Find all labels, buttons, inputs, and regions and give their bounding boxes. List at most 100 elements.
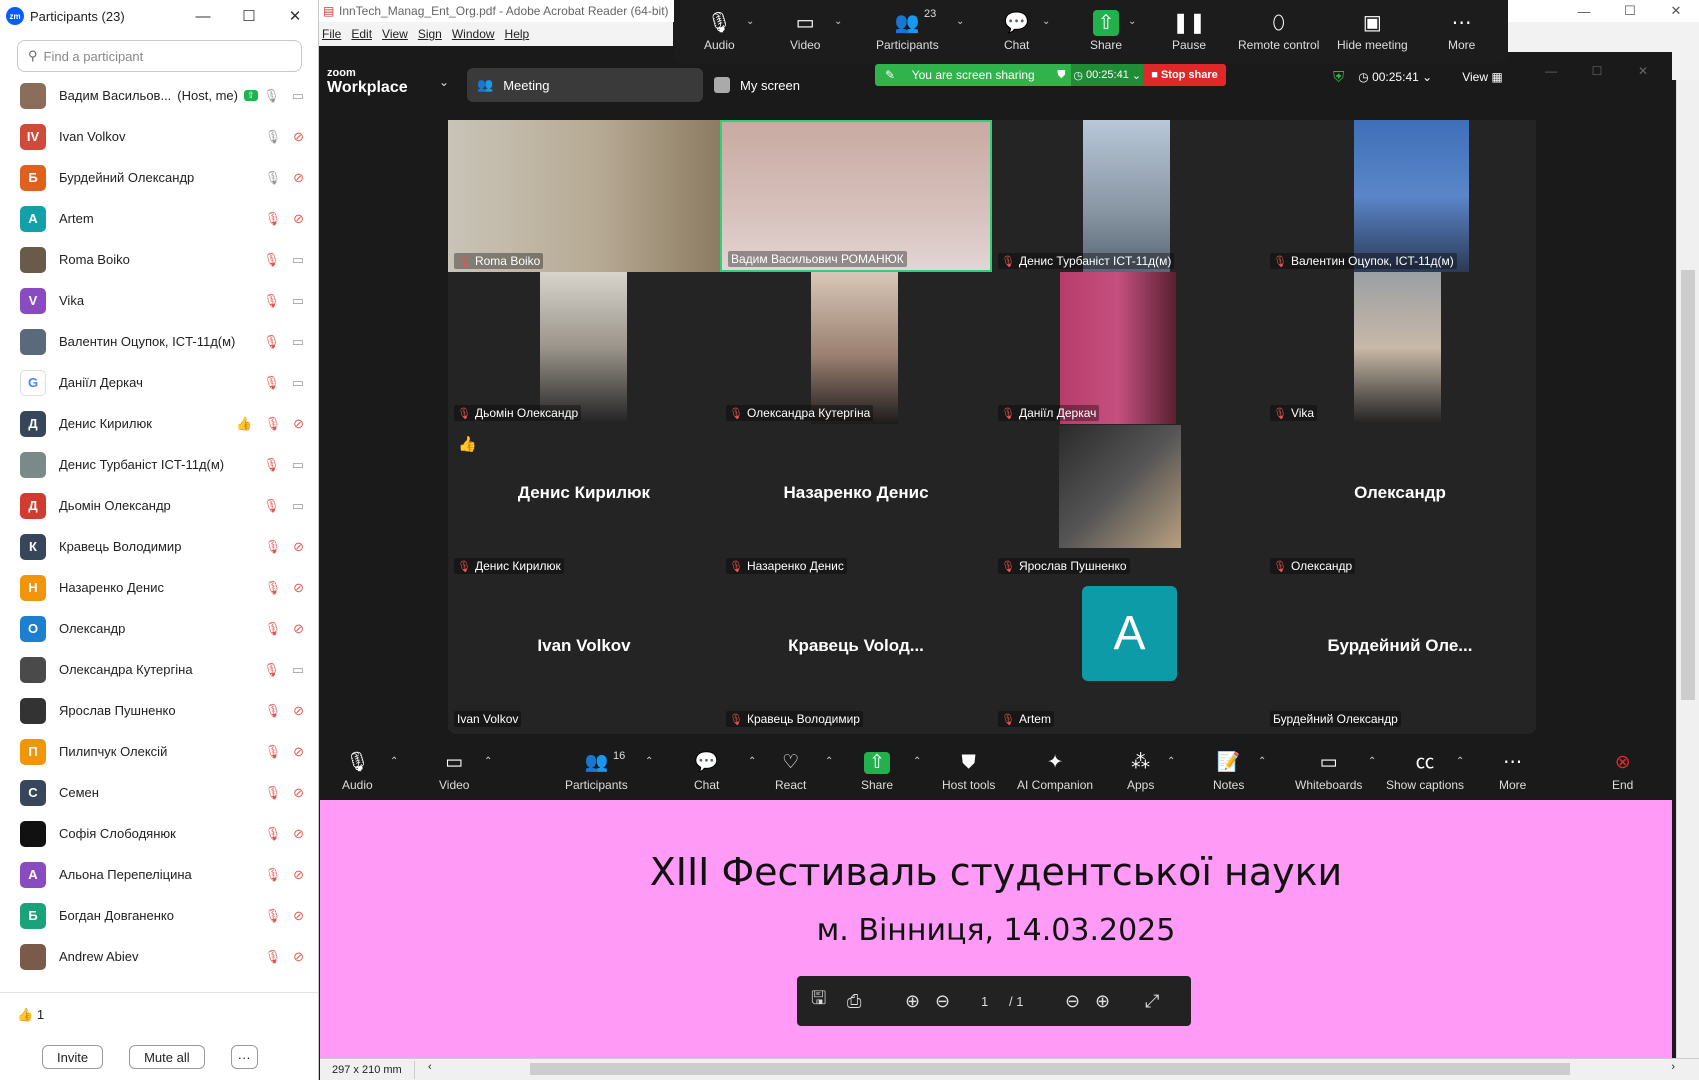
hide-meeting-button[interactable]: ▣ Hide meeting — [1337, 10, 1408, 52]
share-audio-button[interactable]: 🎙 Audio ⌄ — [704, 10, 754, 52]
share-participants-button[interactable]: 👥 Participants 23 ⌄ — [876, 8, 964, 52]
minimize-icon[interactable]: — — [1561, 0, 1607, 22]
menu-window[interactable]: Window — [452, 27, 495, 41]
tab-my-screen[interactable]: My screen — [714, 68, 800, 102]
camera-off-icon[interactable]: ⊘ — [293, 867, 304, 883]
chevron-down-icon[interactable]: ⌄ — [1042, 16, 1050, 27]
camera-icon[interactable]: ▭ — [292, 334, 304, 350]
participant-row[interactable]: К Кравець Володимир 🎙 ⊘ — [0, 526, 318, 567]
chevron-up-icon[interactable]: ⌃ — [1456, 756, 1464, 767]
mic-off-icon[interactable]: 🎙 — [263, 662, 280, 678]
participant-row[interactable]: Б Бурдейний Олександр 🎙 ⊘ — [0, 157, 318, 198]
show-captions-button[interactable]: ㏄ Show captions ⌃ — [1386, 752, 1464, 792]
mic-off-icon[interactable]: 🎙 — [263, 334, 280, 350]
mic-off-icon[interactable]: 🎙 — [265, 621, 282, 637]
menu-sign[interactable]: Sign — [418, 27, 442, 41]
camera-off-icon[interactable]: ⊘ — [293, 703, 304, 719]
camera-off-icon[interactable]: ⊘ — [293, 621, 304, 637]
page-number-input[interactable]: 1 — [981, 994, 988, 1009]
camera-off-icon[interactable]: ⊘ — [293, 129, 304, 145]
remote-control-button[interactable]: ⬯ Remote control — [1238, 10, 1319, 52]
participant-row[interactable]: Н Назаренко Денис 🎙 ⊘ — [0, 567, 318, 608]
camera-icon[interactable]: ▭ — [292, 293, 304, 309]
minimize-icon[interactable]: — — [180, 0, 226, 32]
zoom-out-icon[interactable]: ⊖ — [1065, 991, 1080, 1012]
video-tile[interactable]: Ivan Volkov Ivan Volkov — [448, 578, 720, 730]
video-tile[interactable]: 🎙 Roma Boiko — [448, 120, 720, 272]
participant-row[interactable]: Софія Слободянюк 🎙 ⊘ — [0, 813, 318, 854]
maximize-icon[interactable]: ☐ — [226, 0, 272, 32]
share-video-button[interactable]: ▭ Video ⌄ — [790, 10, 842, 52]
video-tile[interactable]: 🎙 Даніїл Деркач — [992, 272, 1264, 424]
camera-off-icon[interactable]: ⊘ — [293, 580, 304, 596]
print-icon[interactable]: ⎙ — [847, 991, 861, 1012]
invite-button[interactable]: Invite — [42, 1045, 104, 1069]
menu-edit[interactable]: Edit — [351, 27, 372, 41]
video-tile-active-speaker[interactable]: Вадим Васильович РОМАНЮК — [720, 120, 992, 272]
participant-row[interactable]: IV Ivan Volkov 🎙 ⊘ — [0, 116, 318, 157]
participant-row[interactable]: Д Денис Кирилюк 👍 🎙 ⊘ — [0, 403, 318, 444]
camera-icon[interactable]: ▭ — [292, 252, 304, 268]
notes-button[interactable]: 📝 Notes ⌃ — [1213, 752, 1266, 792]
camera-icon[interactable]: ▭ — [292, 662, 304, 678]
camera-icon[interactable]: ▭ — [292, 457, 304, 473]
tab-meeting[interactable]: 👥 Meeting — [467, 68, 703, 102]
mic-off-icon[interactable]: 🎙 — [263, 375, 280, 391]
participant-row[interactable]: A Artem 🎙 ⊘ — [0, 198, 318, 239]
mic-off-icon[interactable]: 🎙 — [265, 785, 282, 801]
participant-row[interactable]: Б Богдан Довганенко 🎙 ⊘ — [0, 895, 318, 936]
mic-off-icon[interactable]: 🎙 — [265, 949, 282, 965]
mic-off-icon[interactable]: 🎙 — [265, 826, 282, 842]
participant-row[interactable]: Д Дьомін Олександр 🎙 ▭ — [0, 485, 318, 526]
ai-companion-button[interactable]: ✦ AI Companion — [1017, 752, 1093, 792]
camera-off-icon[interactable]: ⊘ — [293, 785, 304, 801]
camera-off-icon[interactable]: ⊘ — [293, 908, 304, 924]
participant-row[interactable]: Ярослав Пушненко 🎙 ⊘ — [0, 690, 318, 731]
chevron-up-icon[interactable]: ⌃ — [1167, 756, 1175, 767]
maximize-icon[interactable]: ☐ — [1607, 0, 1653, 22]
video-tile[interactable]: 🎙 Денис Турбаніст ICT-11д(м) — [992, 120, 1264, 272]
more-button[interactable]: ⋯ More — [1499, 752, 1526, 792]
chat-button[interactable]: 💬 Chat ⌃ — [694, 752, 756, 792]
close-icon[interactable]: ✕ — [272, 0, 318, 32]
chevron-up-icon[interactable]: ⌃ — [1258, 756, 1266, 767]
participant-row[interactable]: Вадим Васильов... (Host, me) ⇧ 🎙 ▭ — [0, 75, 318, 116]
chevron-down-icon[interactable]: ⌄ — [834, 16, 842, 27]
encryption-shield-icon[interactable]: ⛨ — [1333, 69, 1344, 86]
camera-off-icon[interactable]: ⊘ — [293, 826, 304, 842]
mic-icon[interactable]: 🎙 — [265, 129, 282, 145]
mic-off-icon[interactable]: 🎙 — [265, 580, 282, 596]
participant-search-input[interactable]: ⚲ Find a participant — [17, 40, 302, 72]
participants-button[interactable]: 👥 Participants 16 ⌃ — [565, 750, 653, 792]
horizontal-scrollbar[interactable] — [530, 1063, 1570, 1075]
close-icon[interactable]: ✕ — [1653, 0, 1699, 22]
video-tile[interactable]: 🎙 Валентин Оцупок, ICT-11д(м) — [1264, 120, 1536, 272]
camera-off-icon[interactable]: ⊘ — [293, 211, 304, 227]
chevron-up-icon[interactable]: ⌃ — [390, 756, 398, 767]
chevron-up-icon[interactable]: ⌃ — [484, 756, 492, 767]
save-icon[interactable]: 🖫 — [811, 986, 826, 1016]
mic-icon[interactable]: 🎙 — [263, 88, 280, 104]
camera-off-icon[interactable]: ⊘ — [293, 744, 304, 760]
participant-row[interactable]: Andrew Abiev 🎙 ⊘ — [0, 936, 318, 977]
menu-view[interactable]: View — [382, 27, 408, 41]
participant-row[interactable]: С Семен 🎙 ⊘ — [0, 772, 318, 813]
camera-off-icon[interactable]: ⊘ — [293, 416, 304, 432]
video-tile[interactable]: 🎙 Олександра Кутергіна — [720, 272, 992, 424]
mic-off-icon[interactable]: 🎙 — [263, 252, 280, 268]
next-page-icon[interactable]: ⊖ — [935, 991, 950, 1012]
participant-row[interactable]: П Пилипчук Олексій 🎙 ⊘ — [0, 731, 318, 772]
video-tile[interactable]: A 🎙 Artem — [992, 578, 1264, 730]
menu-file[interactable]: File — [322, 27, 341, 41]
mic-off-icon[interactable]: 🎙 — [265, 744, 282, 760]
mute-all-button[interactable]: Mute all — [129, 1045, 205, 1069]
video-tile[interactable]: 👍 Денис Кирилюк 🎙 Денис Кирилюк — [448, 425, 720, 577]
chevron-down-icon[interactable]: ⌄ — [956, 16, 964, 27]
chevron-down-icon[interactable]: ⌄ — [746, 16, 754, 27]
minimize-icon[interactable]: — — [1528, 64, 1574, 78]
share-chat-button[interactable]: 💬 Chat ⌄ — [1004, 10, 1050, 52]
sharing-timer[interactable]: ◷ 00:25:41 ⌄ — [1071, 64, 1144, 86]
host-tools-button[interactable]: ⛊ Host tools — [942, 752, 995, 792]
camera-icon[interactable]: ▭ — [292, 498, 304, 514]
audio-button[interactable]: 🎙 Audio ⌃ — [342, 752, 398, 792]
